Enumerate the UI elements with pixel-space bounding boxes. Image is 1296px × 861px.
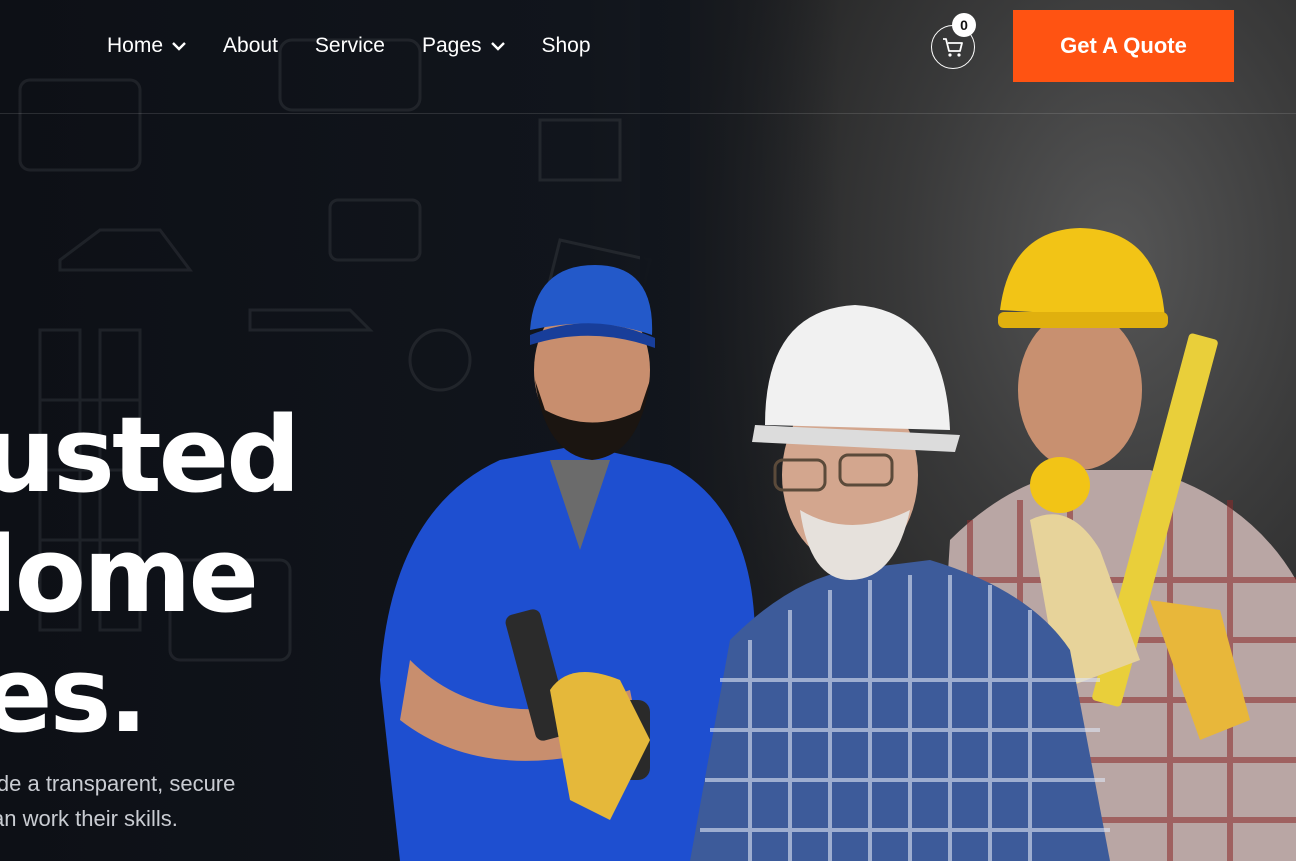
nav-about-label: About (223, 34, 278, 57)
hero-headline: usted lome es. (0, 394, 301, 756)
cart-icon (943, 38, 963, 57)
nav-pages[interactable]: Pages (422, 30, 506, 62)
nav-about[interactable]: About (223, 30, 278, 62)
cart-count-badge: 0 (952, 13, 976, 37)
description-line-2: an work their skills. (0, 806, 178, 831)
workers-image (380, 228, 1296, 861)
hero-description: ide a transparent, secure an work their … (0, 766, 235, 836)
nav-service-label: Service (314, 34, 385, 57)
main-nav: Home About Service Pages Shop (107, 30, 591, 62)
chevron-down-icon (172, 42, 186, 51)
nav-home[interactable]: Home (107, 30, 187, 62)
description-line-1: ide a transparent, secure (0, 771, 236, 796)
nav-home-label: Home (107, 34, 164, 57)
chevron-down-icon (490, 42, 505, 51)
nav-service[interactable]: Service (315, 30, 385, 62)
site-header: Home About Service Pages Shop 0 Get A Qu… (0, 0, 1296, 114)
get-a-quote-button[interactable]: Get A Quote (1013, 10, 1234, 82)
nav-shop[interactable]: Shop (542, 30, 591, 62)
hero-section: Home About Service Pages Shop 0 Get A Qu… (0, 0, 1296, 861)
headline-line-1: usted (0, 394, 301, 516)
headline-line-3: es. (0, 634, 148, 756)
nav-shop-label: Shop (541, 34, 591, 57)
headline-line-2: lome (0, 514, 259, 636)
nav-pages-label: Pages (421, 34, 482, 57)
